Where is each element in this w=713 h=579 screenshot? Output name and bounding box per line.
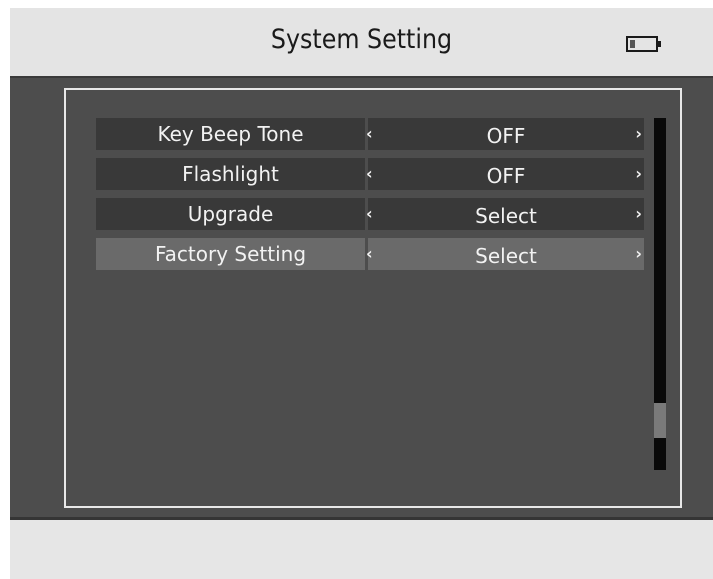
setting-value-selector[interactable]: ‹ Select ›: [366, 198, 644, 230]
setting-value-selector[interactable]: ‹ Select ›: [366, 238, 644, 270]
setting-value: Select: [475, 204, 537, 228]
settings-frame: Key Beep Tone ‹ OFF › Flashlight ‹ OFF ›: [64, 88, 682, 508]
setting-label: Flashlight: [96, 158, 365, 190]
battery-icon: [626, 36, 658, 52]
setting-label: Upgrade: [96, 198, 365, 230]
setting-value: OFF: [486, 124, 526, 148]
setting-row-factory-setting[interactable]: Factory Setting ‹ Select ›: [96, 238, 646, 270]
arrow-right-icon[interactable]: ›: [635, 198, 642, 230]
setting-value: Select: [475, 244, 537, 268]
title-bar: System Setting: [10, 8, 713, 76]
page-title: System Setting: [270, 24, 453, 55]
arrow-right-icon[interactable]: ›: [635, 238, 642, 270]
battery-cap: [658, 41, 661, 47]
footer-bar: [10, 520, 713, 579]
device-screen: System Setting Key Beep Tone ‹ OFF › Fla…: [10, 8, 713, 579]
main-panel: Key Beep Tone ‹ OFF › Flashlight ‹ OFF ›: [10, 76, 713, 520]
scrollbar[interactable]: [654, 118, 666, 470]
setting-label: Factory Setting: [96, 238, 365, 270]
arrow-right-icon[interactable]: ›: [635, 118, 642, 150]
arrow-right-icon[interactable]: ›: [635, 158, 642, 190]
setting-value-selector[interactable]: ‹ OFF ›: [366, 158, 644, 190]
setting-value-selector[interactable]: ‹ OFF ›: [366, 118, 644, 150]
settings-list: Key Beep Tone ‹ OFF › Flashlight ‹ OFF ›: [96, 118, 646, 278]
setting-value: OFF: [486, 164, 526, 188]
setting-label: Key Beep Tone: [96, 118, 365, 150]
setting-row-flashlight[interactable]: Flashlight ‹ OFF ›: [96, 158, 646, 190]
setting-row-upgrade[interactable]: Upgrade ‹ Select ›: [96, 198, 646, 230]
scrollbar-thumb[interactable]: [654, 403, 666, 438]
setting-row-key-beep-tone[interactable]: Key Beep Tone ‹ OFF ›: [96, 118, 646, 150]
battery-level: [630, 40, 635, 48]
